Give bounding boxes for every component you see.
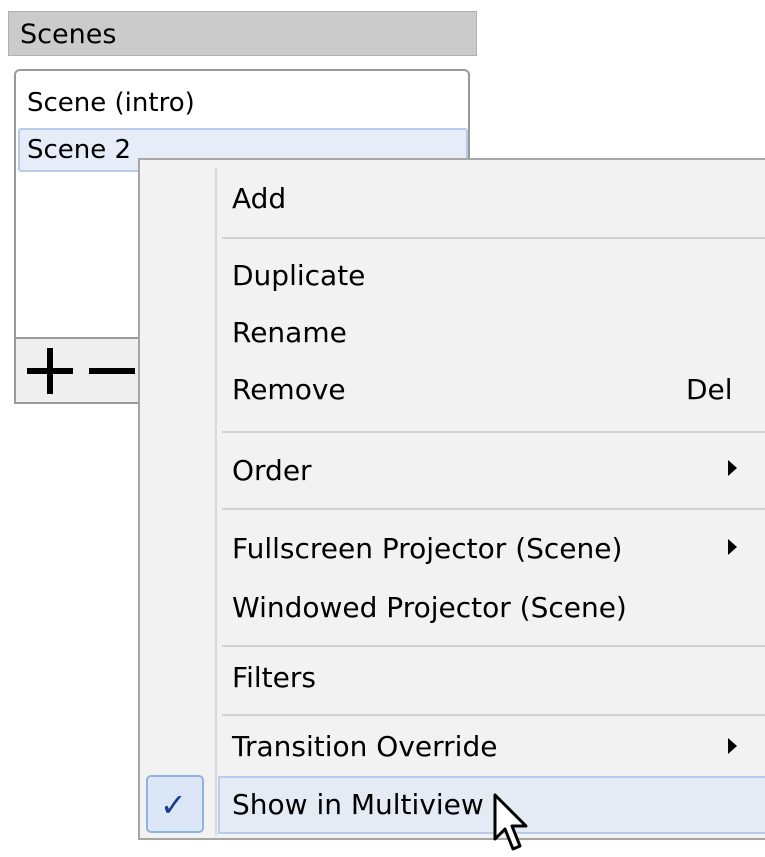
submenu-arrow-icon — [728, 460, 737, 476]
menu-item-remove[interactable]: Remove — [232, 373, 346, 407]
scene-context-menu: Add Duplicate Rename Remove Del Order Fu… — [138, 158, 765, 840]
menu-separator — [222, 431, 765, 433]
submenu-arrow-icon — [728, 738, 737, 754]
plus-icon — [27, 348, 73, 394]
remove-shortcut-label: Del — [686, 373, 733, 406]
mouse-cursor-icon — [492, 793, 532, 857]
minus-icon — [89, 368, 135, 374]
checkmark-icon: ✓ — [160, 786, 187, 824]
menu-item-filters[interactable]: Filters — [232, 661, 316, 695]
menu-separator — [222, 714, 765, 716]
submenu-arrow-icon — [728, 539, 737, 555]
menu-gutter-divider — [215, 168, 217, 836]
menu-separator — [222, 645, 765, 647]
menu-item-duplicate[interactable]: Duplicate — [232, 259, 365, 293]
menu-item-fullscreen-projector[interactable]: Fullscreen Projector (Scene) — [232, 532, 622, 566]
dock-title: Scenes — [20, 19, 117, 50]
menu-item-transition-override[interactable]: Transition Override — [232, 730, 497, 764]
checkmark-box[interactable]: ✓ — [146, 775, 204, 833]
menu-separator — [222, 508, 765, 510]
menu-item-add[interactable]: Add — [232, 182, 286, 216]
menu-item-show-in-multiview[interactable]: Show in Multiview — [232, 788, 484, 822]
menu-separator — [222, 237, 765, 239]
remove-scene-button[interactable] — [86, 345, 138, 397]
menu-item-order[interactable]: Order — [232, 454, 312, 488]
menu-item-windowed-projector[interactable]: Windowed Projector (Scene) — [232, 591, 627, 625]
scene-list-item[interactable]: Scene (intro) — [18, 83, 468, 127]
add-scene-button[interactable] — [24, 345, 76, 397]
menu-item-rename[interactable]: Rename — [232, 316, 347, 350]
scenes-dock-header: Scenes — [8, 11, 477, 56]
